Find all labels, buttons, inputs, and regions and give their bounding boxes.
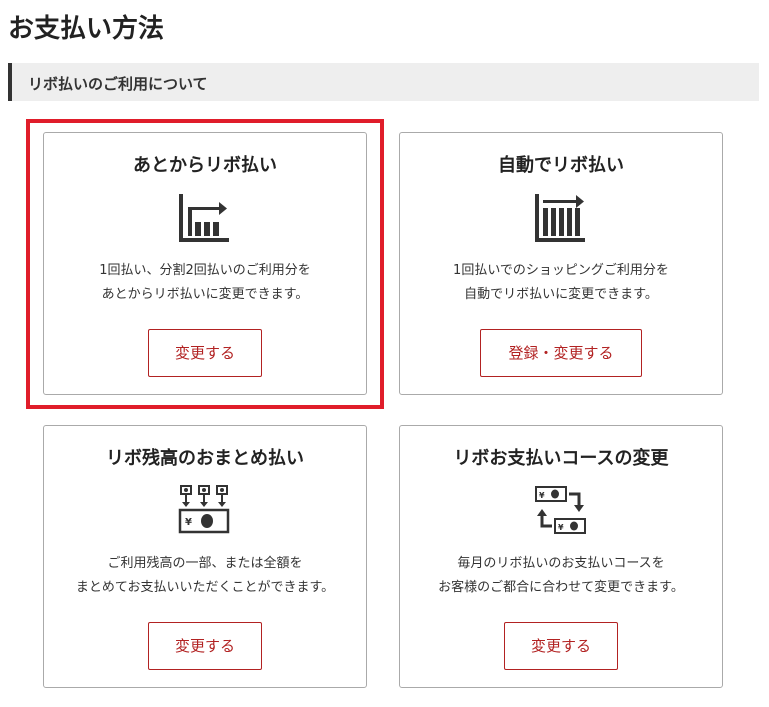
card-auto-ribo: 自動でリボ払い 1回払いでのショッピングご利用分を 自動でリボ払いに変更できます… (399, 132, 723, 395)
section-title: リボ払いのご利用について (28, 75, 208, 93)
card-description-line: まとめてお支払いいただくことができます。 (75, 580, 335, 595)
lump-sum-payment-icon: ¥ (178, 485, 230, 534)
card-description-line: ご利用残高の一部、または全額を (107, 556, 303, 571)
svg-text:¥: ¥ (558, 523, 564, 532)
change-button[interactable]: 変更する (148, 622, 262, 670)
card-description-line: 自動でリボ払いに変更できます。 (464, 287, 658, 302)
card-description: 1回払いでのショッピングご利用分を 自動でリボ払いに変更できます。 (400, 259, 722, 307)
card-course-change: リボお支払いコースの変更 ¥ ¥ 毎月のリボ払いのお支払いコースを お客様のご都… (399, 425, 723, 688)
card-lump-sum-payment: リボ残高のおまとめ払い ¥ ご利用残高の一部、または全額を まとめてお支払いいた… (43, 425, 367, 688)
card-description-line: 1回払いでのショッピングご利用分を (453, 263, 669, 278)
bar-chart-icon (535, 194, 585, 242)
card-description-line: お客様のご都合に合わせて変更できます。 (438, 580, 684, 595)
highlight-frame (26, 119, 384, 409)
svg-text:¥: ¥ (539, 491, 545, 500)
page-title: お支払い方法 (8, 14, 165, 44)
card-title: リボ残高のおまとめ払い (106, 448, 304, 469)
section-header: リボ払いのご利用について (8, 63, 759, 101)
card-title: リボお支払いコースの変更 (453, 448, 669, 469)
course-exchange-icon: ¥ ¥ (535, 486, 586, 534)
card-description-line: 毎月のリボ払いのお支払いコースを (457, 556, 665, 571)
svg-text:¥: ¥ (185, 517, 192, 528)
card-title: 自動でリボ払い (498, 155, 624, 176)
card-description: ご利用残高の一部、または全額を まとめてお支払いいただくことができます。 (44, 552, 366, 600)
change-button[interactable]: 変更する (504, 622, 618, 670)
card-description: 毎月のリボ払いのお支払いコースを お客様のご都合に合わせて変更できます。 (400, 552, 722, 600)
register-change-button[interactable]: 登録・変更する (480, 329, 642, 377)
